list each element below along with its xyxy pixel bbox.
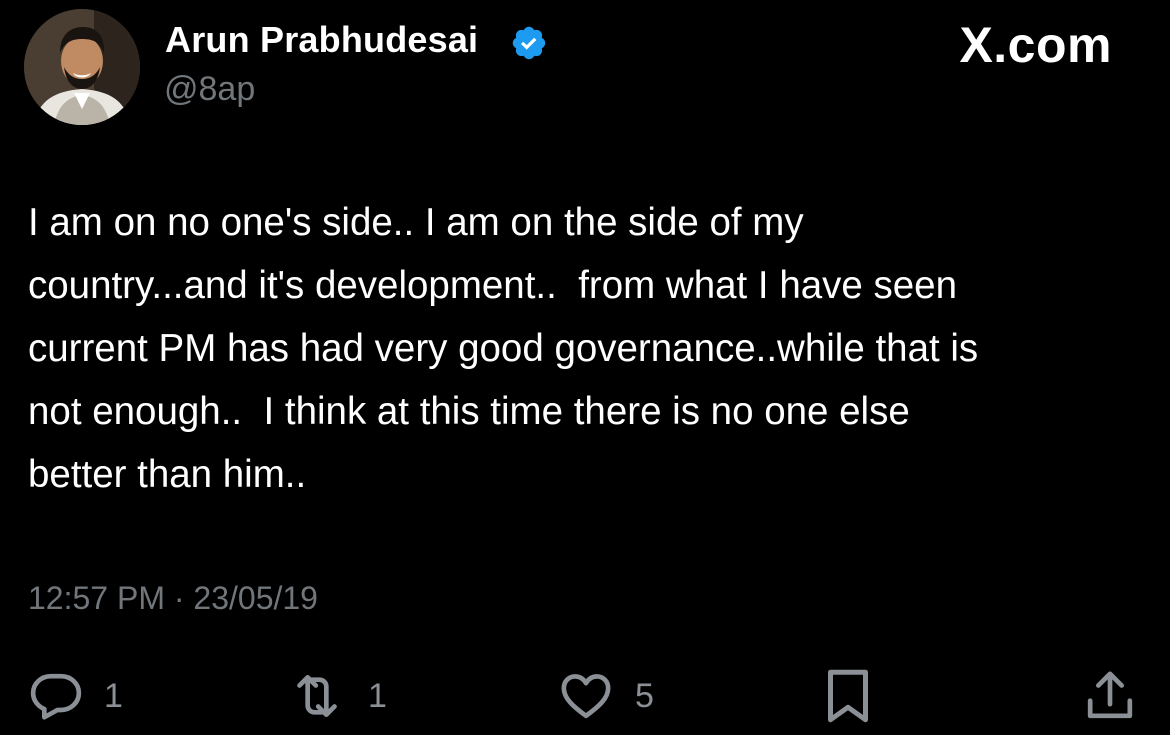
share-button[interactable]: [1082, 668, 1138, 724]
reply-button[interactable]: 1: [28, 668, 123, 724]
avatar[interactable]: [24, 9, 140, 125]
like-count: 5: [635, 676, 654, 715]
timestamp[interactable]: 12:57 PM · 23/05/19: [28, 580, 318, 617]
handle[interactable]: @8ap: [164, 70, 255, 109]
brand-logo: X.com: [959, 17, 1112, 73]
heart-icon: [561, 674, 611, 719]
retweet-button[interactable]: 1: [286, 668, 387, 724]
share-icon: [1087, 671, 1133, 719]
reply-count: 1: [104, 676, 123, 715]
bookmark-icon: [828, 669, 868, 723]
action-bar: 1 1 5: [0, 660, 1170, 735]
bookmark-button[interactable]: [822, 668, 874, 724]
retweet-count: 1: [368, 676, 387, 715]
verified-badge-icon: [512, 26, 546, 60]
retweet-icon: [297, 675, 337, 717]
tweet-text: I am on no one's side.. I am on the side…: [28, 201, 979, 496]
like-button[interactable]: 5: [557, 668, 654, 724]
avatar-image: [24, 9, 140, 125]
display-name[interactable]: Arun Prabhudesai: [165, 19, 478, 61]
tweet-card: Arun Prabhudesai @8ap X.com I am on no o…: [0, 0, 1170, 735]
reply-icon: [30, 673, 82, 720]
